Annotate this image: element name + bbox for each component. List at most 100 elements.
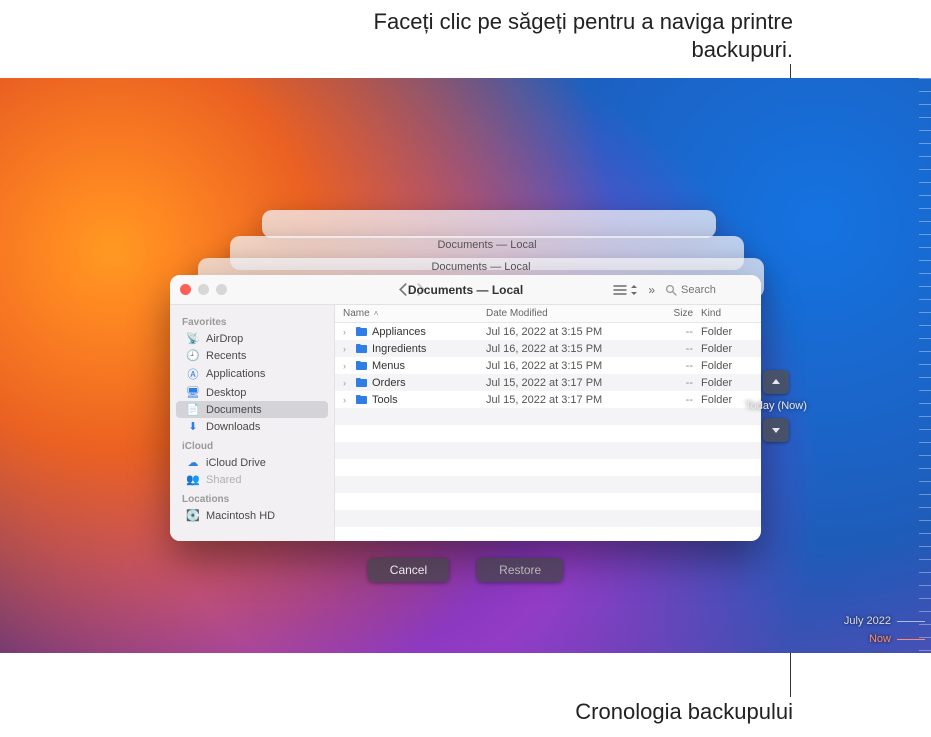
- finder-titlebar: Documents — Local »: [170, 275, 761, 305]
- documents-icon: 📄: [186, 403, 200, 416]
- minimize-icon[interactable]: [198, 284, 209, 295]
- sidebar-item-desktop[interactable]: 🖥Desktop: [170, 384, 334, 401]
- finder-content: Name ˄ Date Modified Size Kind › Applianc…: [335, 305, 761, 541]
- empty-row: [335, 425, 761, 442]
- restore-button[interactable]: Restore: [477, 558, 563, 582]
- finder-window: Documents — Local » Favorites 📡 AirDrop 🕘 Re…: [170, 275, 761, 541]
- column-headers[interactable]: Name ˄ Date Modified Size Kind: [335, 305, 761, 323]
- timemachine-prev-button[interactable]: [763, 370, 789, 394]
- timemachine-nav: Today (Now): [743, 370, 809, 442]
- file-name: Appliances: [372, 326, 426, 338]
- folder-icon: [355, 343, 368, 354]
- sidebar-group-title: iCloud: [170, 435, 334, 454]
- action-bar: Cancel Restore: [0, 558, 931, 582]
- recents-icon: 🕘: [186, 349, 200, 362]
- table-row[interactable]: › Appliances Jul 16, 2022 at 3:15 PM--Fold…: [335, 323, 761, 340]
- timemachine-next-button[interactable]: [763, 418, 789, 442]
- sidebar-item-label: Macintosh HD: [206, 510, 275, 522]
- search-icon[interactable]: [665, 284, 677, 296]
- ghost-title-1: Documents — Local: [198, 261, 764, 273]
- cancel-button[interactable]: Cancel: [368, 558, 449, 582]
- disclosure-icon[interactable]: ›: [343, 395, 351, 405]
- empty-row: [335, 459, 761, 476]
- empty-row: [335, 510, 761, 527]
- file-size: --: [641, 377, 701, 389]
- folder-icon: [355, 377, 368, 388]
- empty-row: [335, 527, 761, 541]
- sidebar-group-title: Locations: [170, 488, 334, 507]
- table-row[interactable]: ›ToolsJul 15, 2022 at 3:17 PM--Folder: [335, 391, 761, 408]
- zoom-icon[interactable]: [216, 284, 227, 295]
- file-name: Menus: [372, 360, 405, 372]
- sidebar-item-label: Recents: [206, 350, 246, 362]
- close-icon[interactable]: [180, 284, 191, 295]
- view-mode-button[interactable]: [613, 284, 638, 296]
- timemachine-current-label: Today (Now): [745, 400, 807, 412]
- sidebar-item-label: AirDrop: [206, 333, 243, 345]
- file-date: Jul 16, 2022 at 3:15 PM: [486, 326, 641, 338]
- file-date: Jul 15, 2022 at 3:17 PM: [486, 377, 641, 389]
- timeline-mini: July 2022 Now: [844, 615, 925, 645]
- empty-row: [335, 442, 761, 459]
- timeline-now: Now: [844, 633, 925, 645]
- sidebar-item-macintoshhd[interactable]: 💽Macintosh HD: [170, 507, 334, 524]
- sidebar-item-label: Documents: [206, 404, 262, 416]
- downloads-icon: ⬇: [186, 420, 200, 433]
- sidebar-item-label: Downloads: [206, 421, 260, 433]
- search-input[interactable]: [681, 284, 751, 296]
- applications-icon: Ⓐ: [186, 366, 200, 382]
- disclosure-icon[interactable]: ›: [343, 344, 351, 354]
- sidebar-item-shared[interactable]: 👥 Shared: [170, 471, 334, 488]
- empty-row: [335, 408, 761, 425]
- nav-back-button[interactable]: [397, 283, 410, 296]
- shared-icon: 👥: [186, 473, 200, 486]
- file-name: Tools: [372, 394, 398, 406]
- file-name: Ingredients: [372, 343, 426, 355]
- sort-asc-icon[interactable]: ˄: [374, 309, 379, 318]
- file-size: --: [641, 394, 701, 406]
- toolbar-overflow-button[interactable]: »: [648, 283, 655, 297]
- file-kind: Folder: [701, 326, 761, 338]
- file-size: --: [641, 360, 701, 372]
- sidebar-item-label: Applications: [206, 368, 265, 380]
- backup-window-ghost-3: [262, 210, 716, 238]
- sidebar-item-applications[interactable]: Ⓐ Applications: [170, 364, 334, 384]
- file-date: Jul 15, 2022 at 3:17 PM: [486, 394, 641, 406]
- folder-icon: [355, 394, 368, 405]
- col-date[interactable]: Date Modified: [486, 308, 641, 319]
- table-row[interactable]: ›IngredientsJul 16, 2022 at 3:15 PM--Fol…: [335, 340, 761, 357]
- table-row[interactable]: ›OrdersJul 15, 2022 at 3:17 PM--Folder: [335, 374, 761, 391]
- file-date: Jul 16, 2022 at 3:15 PM: [486, 360, 641, 372]
- desktop-icon: 🖥: [186, 386, 200, 399]
- empty-row: [335, 476, 761, 493]
- disclosure-icon[interactable]: ›: [343, 361, 351, 371]
- sidebar-item-label: Shared: [206, 474, 241, 486]
- file-size: --: [641, 326, 701, 338]
- ghost-title-2: Documents — Local: [230, 239, 744, 251]
- col-size[interactable]: Size: [641, 308, 701, 319]
- sidebar-item-downloads[interactable]: ⬇ Downloads: [170, 418, 334, 435]
- file-name: Orders: [372, 377, 406, 389]
- sidebar-item-documents[interactable]: 📄 Documents: [176, 401, 328, 418]
- finder-sidebar: Favorites📡AirDrop🕘RecentsⒶApplications🖥D…: [170, 305, 335, 541]
- empty-row: [335, 493, 761, 510]
- folder-icon: [355, 326, 368, 337]
- nav-forward-button[interactable]: [414, 283, 427, 296]
- col-kind[interactable]: Kind: [701, 308, 761, 319]
- file-list: ›AppliancesJul 16, 2022 at 3:15 PM--Fold…: [335, 323, 761, 541]
- iclouddrive-icon: ☁: [186, 456, 200, 469]
- window-traffic-lights[interactable]: [180, 284, 227, 295]
- folder-icon: [355, 360, 368, 371]
- col-name[interactable]: Name: [343, 308, 370, 319]
- disclosure-icon[interactable]: ›: [343, 327, 351, 337]
- disclosure-icon[interactable]: ›: [343, 378, 351, 388]
- timeline-month: July 2022: [844, 615, 925, 627]
- file-size: --: [641, 343, 701, 355]
- airdrop-icon: 📡: [186, 332, 200, 345]
- file-date: Jul 16, 2022 at 3:15 PM: [486, 343, 641, 355]
- sidebar-item-airdrop[interactable]: 📡 AirDrop: [170, 330, 334, 347]
- sidebar-group-title: Favorites: [170, 311, 334, 330]
- table-row[interactable]: ›MenusJul 16, 2022 at 3:15 PM--Folder: [335, 357, 761, 374]
- sidebar-item-iclouddrive[interactable]: ☁iCloud Drive: [170, 454, 334, 471]
- sidebar-item-recents[interactable]: 🕘 Recents: [170, 347, 334, 364]
